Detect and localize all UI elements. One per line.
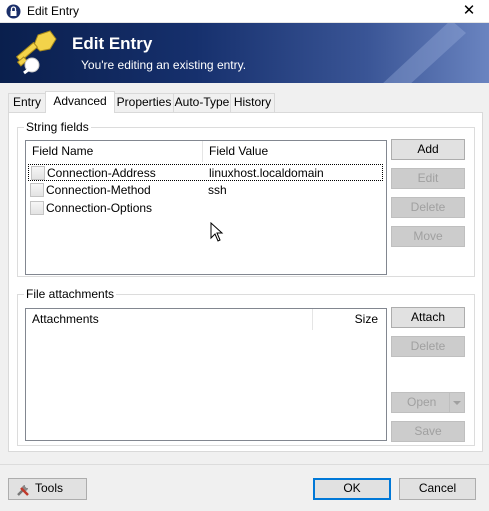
- mouse-cursor-icon: [210, 222, 224, 242]
- tab-advanced[interactable]: Advanced: [45, 91, 115, 113]
- title-bar: Edit Entry ✕: [0, 0, 489, 23]
- tab-history[interactable]: History: [230, 93, 275, 112]
- ok-button[interactable]: OK: [313, 478, 391, 500]
- open-split-button[interactable]: Open: [391, 392, 465, 413]
- file-attachments-label: File attachments: [24, 287, 117, 301]
- tools-button[interactable]: Tools: [8, 478, 87, 500]
- attach-button[interactable]: Attach: [391, 307, 465, 328]
- field-name: Connection-Address: [47, 166, 156, 180]
- row-checkbox[interactable]: [30, 183, 44, 197]
- lock-app-icon: [6, 4, 21, 19]
- row-checkbox[interactable]: [31, 166, 45, 180]
- delete-attachment-button[interactable]: Delete: [391, 336, 465, 357]
- pencil-watermark-icon: [383, 23, 466, 83]
- save-attachment-button[interactable]: Save: [391, 421, 465, 442]
- column-field-value[interactable]: Field Value: [203, 141, 386, 162]
- chevron-down-icon[interactable]: [449, 393, 464, 412]
- string-fields-list[interactable]: Field Name Field Value Connection-Addres…: [25, 140, 387, 275]
- attachments-list[interactable]: Attachments Size: [25, 308, 387, 441]
- tab-properties[interactable]: Properties: [114, 93, 174, 112]
- advanced-tab-panel: String fields Field Name Field Value Con…: [8, 112, 483, 452]
- tab-entry[interactable]: Entry: [8, 93, 46, 112]
- list-item[interactable]: Connection-Options: [28, 200, 383, 217]
- string-fields-label: String fields: [24, 120, 91, 134]
- tab-auto-type[interactable]: Auto-Type: [173, 93, 231, 112]
- delete-field-button[interactable]: Delete: [391, 197, 465, 218]
- footer-divider: [0, 464, 489, 465]
- banner-title: Edit Entry: [72, 34, 153, 53]
- field-name: Connection-Method: [46, 183, 151, 197]
- cancel-button[interactable]: Cancel: [399, 478, 476, 500]
- edit-button[interactable]: Edit: [391, 168, 465, 189]
- list-item[interactable]: Connection-Address linuxhost.localdomain: [28, 164, 383, 181]
- open-button-label: Open: [407, 395, 437, 409]
- key-icon: [15, 30, 57, 75]
- banner-subtitle: You're editing an existing entry.: [81, 58, 247, 72]
- field-name: Connection-Options: [46, 201, 153, 215]
- row-checkbox[interactable]: [30, 201, 44, 215]
- add-button[interactable]: Add: [391, 139, 465, 160]
- field-value: linuxhost.localdomain: [209, 166, 324, 180]
- field-value: ssh: [208, 183, 227, 197]
- column-field-name[interactable]: Field Name: [26, 141, 202, 162]
- window-title: Edit Entry: [27, 4, 80, 18]
- tools-label: Tools: [35, 481, 64, 495]
- close-icon[interactable]: ✕: [449, 0, 489, 23]
- column-size[interactable]: Size: [313, 309, 386, 330]
- list-item[interactable]: Connection-Method ssh: [28, 182, 383, 199]
- move-button[interactable]: Move: [391, 226, 465, 247]
- tools-icon: [17, 485, 29, 496]
- column-attachments[interactable]: Attachments: [26, 309, 312, 330]
- header-banner: Edit Entry You're editing an existing en…: [0, 23, 489, 83]
